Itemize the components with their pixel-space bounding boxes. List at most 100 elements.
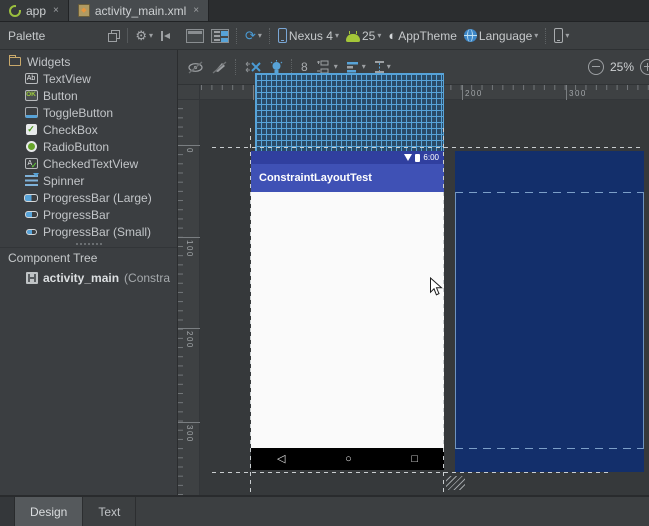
progressbar-icon (24, 208, 38, 222)
palette-item-label: ProgressBar (43, 208, 110, 222)
api-level-selector[interactable]: 25 ▾ (346, 29, 381, 43)
palette-item-label: ProgressBar (Large) (43, 191, 152, 205)
palette-item-progressbar-large[interactable]: ProgressBar (Large) (0, 189, 177, 206)
selection-guide-right (443, 128, 444, 492)
device-content-area (251, 192, 444, 448)
palette-item-label: ToggleButton (43, 106, 113, 120)
button-icon: OK (24, 89, 38, 103)
globe-icon (464, 29, 477, 42)
chevron-down-icon: ▾ (258, 32, 262, 40)
palette-item-spinner[interactable]: Spinner (0, 172, 177, 189)
blueprint-guide-bottom (455, 448, 644, 449)
nav-back-icon: ◁ (277, 454, 285, 465)
radiobutton-icon (24, 140, 38, 154)
tab-activity-main-xml[interactable]: activity_main.xml × (69, 0, 209, 21)
checkbox-icon: ✓ (24, 123, 38, 137)
chevron-down-icon: ▾ (335, 32, 339, 40)
zoom-controls: 25% (588, 59, 649, 75)
preview-device-selector[interactable]: ▾ (554, 28, 569, 43)
zoom-in-icon[interactable] (640, 59, 649, 75)
palette-item-label: CheckedTextView (43, 157, 138, 171)
close-icon[interactable]: × (193, 6, 199, 16)
panel-splitter[interactable] (0, 240, 177, 247)
clear-constraints-icon[interactable] (245, 60, 262, 74)
blueprint-view[interactable] (455, 151, 644, 472)
tab-design[interactable]: Design (15, 497, 83, 526)
palette-header: Palette ⚙ ▾ (0, 28, 178, 43)
tab-app[interactable]: app × (0, 0, 69, 21)
palette-panel: Widgets Ab TextView OK Button ToggleButt… (0, 50, 178, 495)
theme-selector[interactable]: ◐ AppTheme (388, 29, 457, 43)
design-surface[interactable]: 6:00 ConstraintLayoutTest ◁ ○ □ (200, 100, 649, 495)
progressbar-small-icon (24, 225, 38, 239)
palette-item-label: ProgressBar (Small) (43, 225, 151, 239)
palette-group-widgets[interactable]: Widgets (0, 53, 177, 70)
chevron-down-icon: ▾ (387, 63, 391, 71)
palette-item-radiobutton[interactable]: RadioButton (0, 138, 177, 155)
textview-icon: Ab (24, 72, 38, 86)
palette-item-label: CheckBox (43, 123, 98, 137)
component-tree-header: Component Tree (0, 247, 177, 267)
palette-item-checkedtextview[interactable]: A✓ CheckedTextView (0, 155, 177, 172)
chevron-down-icon: ▾ (565, 32, 569, 40)
separator (269, 28, 271, 44)
design-view-icon[interactable] (186, 29, 204, 43)
palette-settings-button[interactable]: ⚙ ▾ (135, 29, 153, 42)
resize-handle[interactable] (446, 476, 465, 490)
palette-item-label: RadioButton (43, 140, 109, 154)
default-margin-value[interactable]: 8 (301, 60, 308, 74)
dock-pin-icon[interactable] (160, 30, 172, 42)
android-icon (346, 34, 360, 42)
battery-icon (415, 154, 420, 162)
tab-label: app (26, 4, 46, 18)
selection-guide-left (250, 128, 251, 492)
palette-item-button[interactable]: OK Button (0, 87, 177, 104)
component-tree-item-activity-main[interactable]: activity_main (Constra (0, 267, 177, 289)
xml-file-icon (78, 4, 90, 17)
palette-item-checkbox[interactable]: ✓ CheckBox (0, 121, 177, 138)
zoom-out-icon[interactable] (588, 59, 604, 75)
infer-constraints-icon[interactable] (270, 60, 283, 74)
close-icon[interactable]: × (53, 6, 59, 16)
blueprint-edge-left (455, 192, 456, 449)
palette-list: Widgets Ab TextView OK Button ToggleButt… (0, 50, 177, 240)
autoconnect-icon[interactable] (212, 61, 227, 74)
zoom-level: 25% (610, 60, 634, 74)
design-blueprint-view-icon[interactable] (211, 29, 229, 43)
vertical-ruler: 0 100 200 300 (178, 100, 200, 495)
align-button[interactable]: ▾ (346, 61, 366, 73)
device-name: Nexus 4 (289, 29, 333, 43)
copy-icon[interactable] (108, 30, 120, 42)
progressbar-large-icon (24, 191, 38, 205)
palette-item-label: Button (43, 89, 78, 103)
selection-guide-top (212, 147, 640, 148)
palette-title: Palette (8, 29, 45, 43)
component-type: (Constra (124, 271, 170, 285)
togglebutton-icon (24, 106, 38, 120)
tab-text[interactable]: Text (83, 497, 136, 526)
chevron-down-icon: ▾ (534, 32, 538, 40)
app-title: ConstraintLayoutTest (259, 172, 372, 184)
separator (545, 28, 547, 44)
folder-icon (8, 55, 22, 69)
separator (127, 28, 128, 43)
palette-item-progressbar[interactable]: ProgressBar (0, 206, 177, 223)
device-preview[interactable]: 6:00 ConstraintLayoutTest ◁ ○ □ (251, 151, 444, 470)
locale-selector[interactable]: Language ▾ (464, 29, 538, 43)
api-level: 25 (362, 29, 375, 43)
mouse-cursor (429, 277, 443, 300)
orientation-button[interactable]: ⟳ ▾ (245, 29, 262, 42)
rotate-icon: ⟳ (245, 29, 256, 42)
pack-selection-button[interactable]: ▾ (316, 60, 338, 74)
editor-mode-bar: Design Text (0, 495, 649, 526)
android-studio-layout-editor: app × activity_main.xml × Palette ⚙ ▾ (0, 0, 649, 526)
wifi-icon (404, 154, 412, 161)
palette-item-togglebutton[interactable]: ToggleButton (0, 104, 177, 121)
distribute-button[interactable]: ▾ (374, 60, 391, 74)
show-constraints-icon[interactable] (187, 61, 204, 74)
separator (236, 28, 238, 44)
palette-item-textview[interactable]: Ab TextView (0, 70, 177, 87)
device-selector[interactable]: Nexus 4 ▾ (278, 28, 339, 43)
chevron-down-icon: ▾ (362, 63, 366, 71)
palette-item-progressbar-small[interactable]: ProgressBar (Small) (0, 223, 177, 240)
